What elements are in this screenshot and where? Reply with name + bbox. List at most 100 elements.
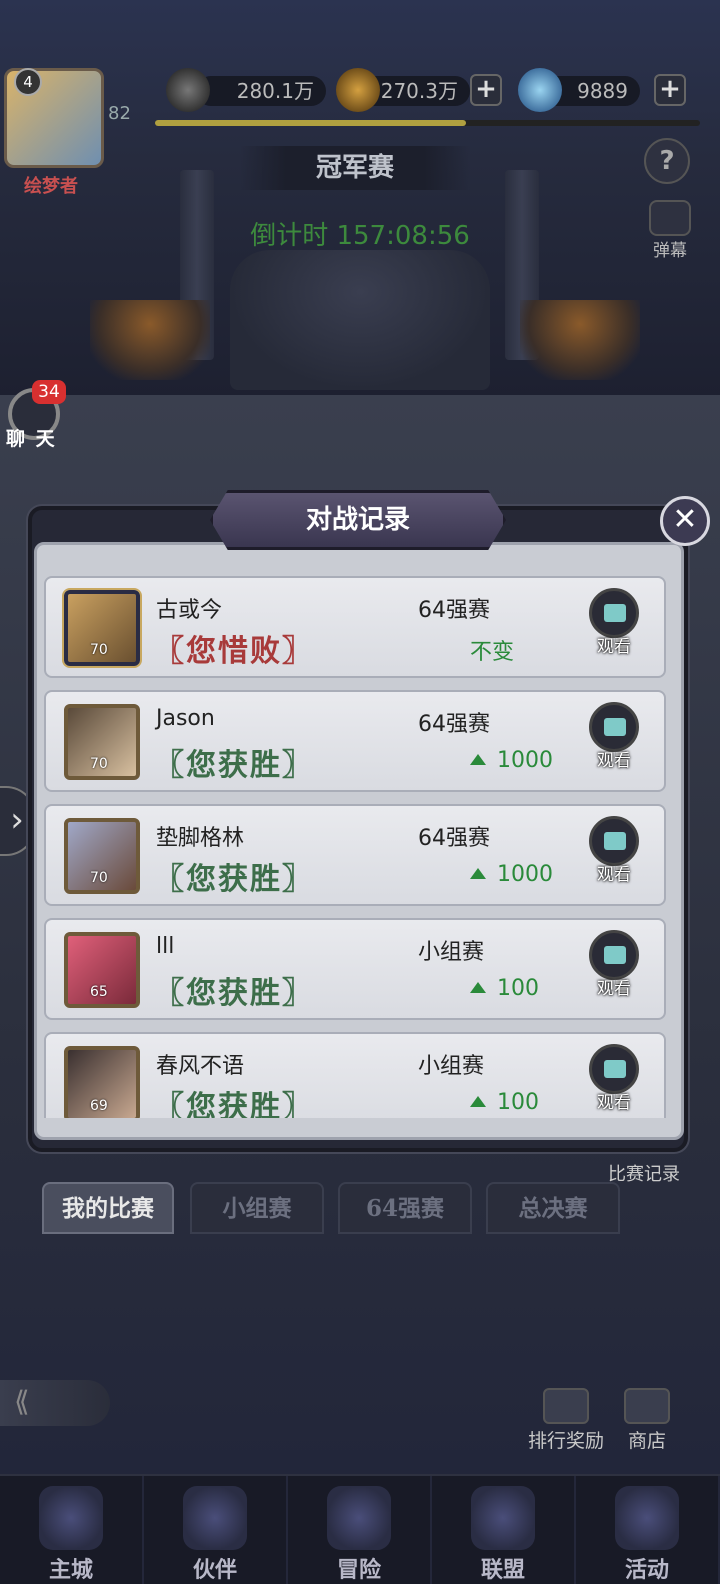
opponent-level: 70 <box>90 642 108 658</box>
record-row: 70 垫脚格林 〖您获胜〗 64强赛 1000 观看 <box>44 804 666 906</box>
player-name: 绘梦者 <box>24 176 78 197</box>
hat-icon <box>183 1486 247 1550</box>
opponent-level: 65 <box>90 984 108 1000</box>
match-stage: 小组赛 <box>418 940 485 965</box>
opponent-level: 70 <box>90 756 108 772</box>
opponent-name: 春风不语 <box>156 1054 245 1079</box>
dialog-title: 对战记录 <box>305 505 410 535</box>
nav-alliance[interactable]: 联盟 <box>432 1476 576 1584</box>
nav-adventure[interactable]: 冒险 <box>288 1476 432 1584</box>
diamond-icon <box>518 68 562 112</box>
score-change-value: 100 <box>497 976 539 1001</box>
watch-label: 观看 <box>597 1093 631 1113</box>
score-change: 1000 <box>470 862 553 887</box>
score-change-value: 100 <box>497 1090 539 1115</box>
arrow-up-icon <box>470 982 486 993</box>
score-change: 1000 <box>470 748 553 773</box>
chat-unread-badge: 34 <box>32 380 66 404</box>
tab-final[interactable]: 总决赛 <box>486 1182 620 1234</box>
nav-main-city[interactable]: 主城 <box>0 1476 144 1584</box>
opponent-name: Jason <box>156 706 215 731</box>
nav-label: 伙伴 <box>192 1557 237 1583</box>
close-button[interactable]: ✕ <box>660 496 710 546</box>
play-video-icon <box>589 1044 639 1094</box>
record-row: 70 Jason 〖您获胜〗 64强赛 1000 观看 <box>44 690 666 792</box>
match-stage: 64强赛 <box>418 826 490 851</box>
trophy-icon <box>543 1388 589 1424</box>
watch-replay-button[interactable]: 观看 <box>586 1044 642 1113</box>
score-change-value: 1000 <box>497 862 553 887</box>
tab-my-match[interactable]: 我的比赛 <box>42 1182 174 1234</box>
arrow-up-icon <box>470 754 486 765</box>
match-record-link[interactable]: 比赛记录 <box>608 1160 680 1186</box>
watch-label: 观看 <box>597 865 631 885</box>
score-change: 100 <box>470 976 539 1001</box>
opponent-name: lll <box>156 934 175 959</box>
tab-group[interactable]: 小组赛 <box>190 1182 324 1234</box>
arena-background <box>0 0 720 400</box>
nav-label: 活动 <box>624 1557 669 1583</box>
battle-result: 〖您获胜〗 <box>154 862 314 897</box>
tab-top64[interactable]: 64强赛 <box>338 1182 472 1234</box>
brazier <box>90 300 210 380</box>
danmaku-button[interactable]: 弹幕 <box>640 200 700 261</box>
shop-button[interactable]: 商店 <box>624 1388 670 1453</box>
record-row: 65 lll 〖您获胜〗 小组赛 100 观看 <box>44 918 666 1020</box>
shop-label: 商店 <box>627 1430 666 1452</box>
rank-reward-label: 排行奖励 <box>528 1430 605 1452</box>
battle-record-list[interactable]: 70 古或今 〖您惜败〗 64强赛 不变 观看 70 Jason 〖您获胜〗 6… <box>44 576 668 1118</box>
nav-partner[interactable]: 伙伴 <box>144 1476 288 1584</box>
coin-icon <box>336 68 380 112</box>
nav-label: 主城 <box>48 1557 93 1583</box>
play-video-icon <box>589 588 639 638</box>
play-video-icon <box>589 930 639 980</box>
watch-label: 观看 <box>597 751 631 771</box>
nav-label: 冒险 <box>336 1557 381 1583</box>
watch-replay-button[interactable]: 观看 <box>586 816 642 885</box>
watch-replay-button[interactable]: 观看 <box>586 702 642 771</box>
chat-label: 聊 天 <box>6 428 57 450</box>
match-stage: 64强赛 <box>418 598 490 623</box>
score-change-value: 不变 <box>470 640 515 665</box>
exp-bar-fill <box>155 120 466 126</box>
battle-result: 〖您惜败〗 <box>154 634 314 669</box>
countdown-timer: 倒计时 157:08:56 <box>250 221 470 251</box>
arrow-up-icon <box>470 1096 486 1107</box>
opponent-level: 70 <box>90 870 108 886</box>
exp-bar <box>155 120 700 126</box>
match-stage: 小组赛 <box>418 1054 485 1079</box>
match-stage: 64强赛 <box>418 712 490 737</box>
power-display: 280.1万 <box>196 76 326 106</box>
danmaku-icon <box>649 200 691 236</box>
record-row: 69 春风不语 〖您获胜〗 小组赛 100 观看 <box>44 1032 666 1118</box>
play-video-icon <box>589 702 639 752</box>
score-change: 100 <box>470 1090 539 1115</box>
cards-icon <box>615 1486 679 1550</box>
record-row: 70 古或今 〖您惜败〗 64强赛 不变 观看 <box>44 576 666 678</box>
shop-icon <box>624 1388 670 1424</box>
nav-label: 联盟 <box>480 1557 525 1583</box>
opponent-name: 垫脚格林 <box>156 826 245 851</box>
watch-replay-button[interactable]: 观看 <box>586 930 642 999</box>
watch-replay-button[interactable]: 观看 <box>586 588 642 657</box>
castle-icon <box>39 1486 103 1550</box>
brazier <box>520 300 640 380</box>
rank-reward-button[interactable]: 排行奖励 <box>528 1388 604 1453</box>
opponent-name: 古或今 <box>156 598 223 623</box>
watch-label: 观看 <box>597 637 631 657</box>
add-gold-button[interactable]: + <box>470 74 502 106</box>
battle-result: 〖您获胜〗 <box>154 748 314 783</box>
battle-result: 〖您获胜〗 <box>154 976 314 1011</box>
play-video-icon <box>589 816 639 866</box>
add-diamond-button[interactable]: + <box>654 74 686 106</box>
help-button[interactable]: ? <box>644 138 690 184</box>
back-button[interactable]: ⟪ <box>0 1380 110 1426</box>
watch-label: 观看 <box>597 979 631 999</box>
danmaku-label: 弹幕 <box>653 241 687 261</box>
compass-icon <box>327 1486 391 1550</box>
score-change-value: 1000 <box>497 748 553 773</box>
nav-activity[interactable]: 活动 <box>576 1476 720 1584</box>
score-change: 不变 <box>470 634 514 666</box>
player-level: 82 <box>108 103 131 124</box>
opponent-level: 69 <box>90 1098 108 1114</box>
